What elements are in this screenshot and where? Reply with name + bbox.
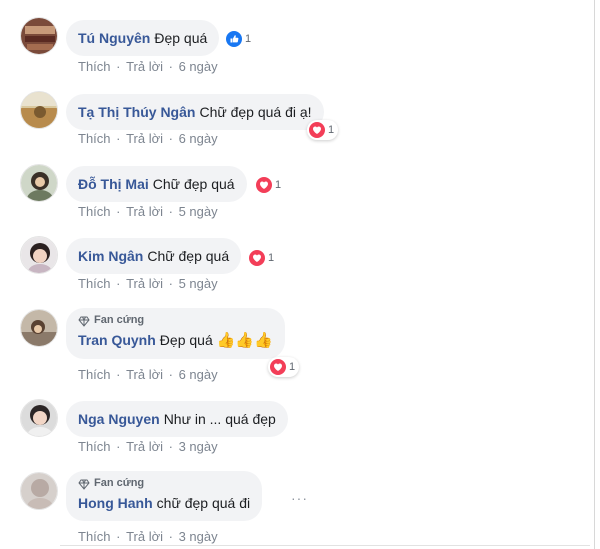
commenter-name[interactable]: Tạ Thị Thúy Ngân [78, 104, 195, 120]
comment-actions: Thích · Trả lời · 5 ngày [78, 204, 218, 219]
fan-badge[interactable]: Fan cứng [78, 314, 273, 327]
comment-bubble: Đỗ Thị Mai Chữ đẹp quá [66, 166, 247, 202]
comment-text: Chữ đẹp quá đi ạ! [199, 104, 312, 120]
comment-text: Đẹp quá [159, 332, 213, 348]
reply-link[interactable]: Trả lời [126, 529, 163, 544]
reaction-count-value: 1 [328, 124, 335, 136]
reply-link[interactable]: Trả lời [126, 131, 163, 146]
comment-bubble: Kim Ngân Chữ đẹp quá [66, 238, 242, 274]
thumbs-up-emoji: 👍👍👍 [216, 332, 273, 349]
avatar[interactable] [20, 399, 58, 437]
avatar[interactable] [20, 309, 58, 347]
diamond-icon [78, 316, 90, 327]
comment-bubble: Fan cứng Hong Hanh chữ đẹp quá đi [66, 471, 263, 521]
reply-link[interactable]: Trả lời [126, 439, 163, 454]
reaction-count-value: 1 [245, 33, 252, 45]
commenter-name[interactable]: Hong Hanh [78, 495, 153, 511]
comment-actions: Thích · Trả lời · 3 ngày [78, 439, 218, 454]
avatar[interactable] [20, 472, 58, 510]
timestamp[interactable]: 6 ngày [179, 59, 218, 74]
fan-badge-label: Fan cứng [94, 477, 145, 489]
love-icon [309, 122, 325, 138]
comment-bubble: Tú Nguyên Đẹp quá [66, 20, 220, 56]
comment-actions: Thích · Trả lời · 6 ngày [78, 59, 218, 74]
comment-bubble: Fan cứng Tran Quynh Đẹp quá 👍👍👍 [66, 308, 285, 359]
avatar[interactable] [20, 236, 58, 274]
like-icon [226, 31, 242, 47]
like-link[interactable]: Thích [78, 367, 111, 382]
avatar[interactable] [20, 91, 58, 129]
comment-bubble: Tạ Thị Thúy Ngân Chữ đẹp quá đi ạ! [66, 94, 324, 130]
commenter-name[interactable]: Tú Nguyên [78, 30, 150, 46]
timestamp[interactable]: 5 ngày [179, 276, 218, 291]
fan-badge-label: Fan cứng [94, 314, 145, 326]
timestamp[interactable]: 3 ngày [179, 439, 218, 454]
like-link[interactable]: Thích [78, 131, 111, 146]
love-icon [270, 359, 286, 375]
comment-actions: Thích · Trả lời · 3 ngày [78, 529, 218, 544]
reaction-count[interactable]: 1 [254, 175, 285, 195]
comment-bubble: Nga Nguyen Như in ... quá đẹp [66, 401, 288, 437]
comment-text: Chữ đẹp quá [147, 248, 230, 264]
comment-actions: Thích · Trả lời · 6 ngày [78, 131, 218, 146]
avatar[interactable] [20, 164, 58, 202]
like-link[interactable]: Thích [78, 59, 111, 74]
like-link[interactable]: Thích [78, 276, 111, 291]
love-icon [249, 250, 265, 266]
reaction-count-value: 1 [289, 361, 296, 373]
reply-link[interactable]: Trả lời [126, 367, 163, 382]
like-link[interactable]: Thích [78, 439, 111, 454]
like-link[interactable]: Thích [78, 529, 111, 544]
timestamp[interactable]: 3 ngày [179, 529, 218, 544]
love-icon [256, 177, 272, 193]
commenter-name[interactable]: Nga Nguyen [78, 411, 160, 427]
reaction-count[interactable]: 1 [224, 29, 255, 49]
commenter-name[interactable]: Tran Quynh [78, 332, 156, 348]
divider [60, 545, 590, 546]
right-border [594, 0, 595, 549]
comment-text: chữ đẹp quá đi [156, 495, 251, 511]
like-link[interactable]: Thích [78, 204, 111, 219]
commenter-name[interactable]: Đỗ Thị Mai [78, 176, 149, 192]
comment-text: Chữ đẹp quá [152, 176, 235, 192]
diamond-icon [78, 479, 90, 490]
timestamp[interactable]: 6 ngày [179, 367, 218, 382]
comment-text: Đẹp quá [154, 30, 208, 46]
fan-badge[interactable]: Fan cứng [78, 477, 250, 490]
reaction-count[interactable]: 1 [247, 248, 278, 268]
comment-actions: Thích · Trả lời · 6 ngày [78, 367, 218, 382]
avatar[interactable] [20, 17, 58, 55]
comment-actions: Thích · Trả lời · 5 ngày [78, 276, 218, 291]
reaction-count[interactable]: 1 [268, 357, 300, 377]
reaction-count[interactable]: 1 [307, 120, 339, 140]
reaction-count-value: 1 [268, 252, 275, 264]
reply-link[interactable]: Trả lời [126, 59, 163, 74]
commenter-name[interactable]: Kim Ngân [78, 248, 143, 264]
reply-link[interactable]: Trả lời [126, 276, 163, 291]
reaction-count-value: 1 [275, 179, 282, 191]
reply-link[interactable]: Trả lời [126, 204, 163, 219]
timestamp[interactable]: 5 ngày [179, 204, 218, 219]
more-dots-icon[interactable]: ··· [291, 490, 308, 506]
timestamp[interactable]: 6 ngày [179, 131, 218, 146]
comment-text: Như in ... quá đẹp [163, 411, 276, 427]
